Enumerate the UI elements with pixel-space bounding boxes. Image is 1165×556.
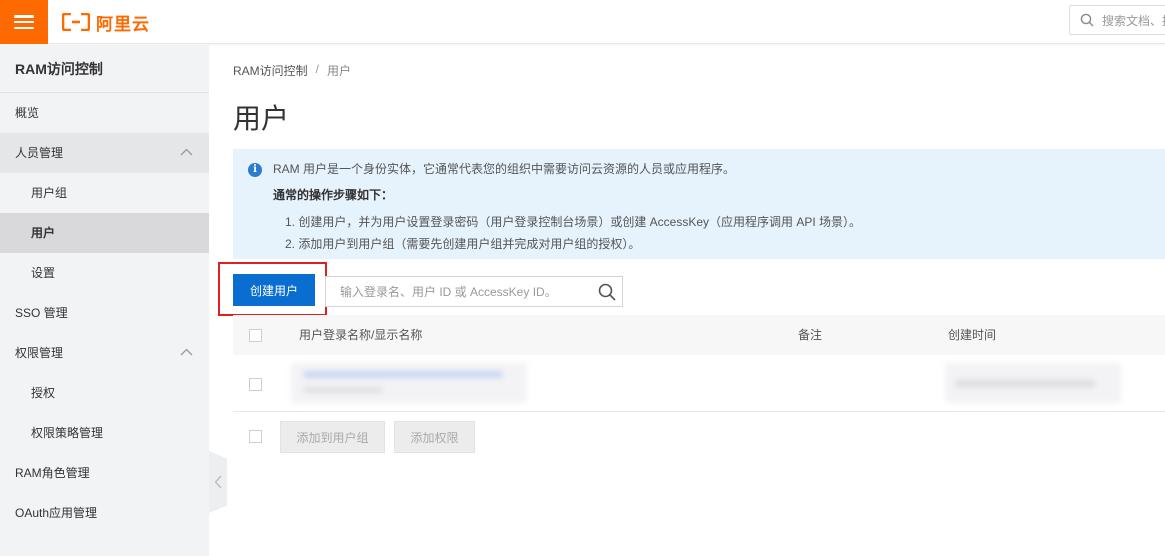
- add-permission-button[interactable]: 添加权限: [394, 421, 475, 453]
- menu-icon[interactable]: [0, 0, 48, 44]
- batch-actions: 添加到用户组 添加权限: [233, 421, 633, 453]
- sidebar-item-label: OAuth应用管理: [15, 506, 98, 520]
- sidebar-item-settings[interactable]: 设置: [0, 253, 209, 293]
- sidebar-item-overview[interactable]: 概览: [0, 93, 209, 133]
- search-icon: [1080, 13, 1094, 27]
- sidebar-item-oauth-apps[interactable]: OAuth应用管理: [0, 493, 209, 533]
- column-header-username: 用户登录名称/显示名称: [299, 328, 423, 342]
- sidebar-group-identities[interactable]: 人员管理: [0, 133, 209, 173]
- sidebar-item-grants[interactable]: 授权: [0, 373, 209, 413]
- info-step-2: 2. 添加用户到用户组（需要先创建用户组并完成对用户组的授权）。: [285, 237, 641, 251]
- redacted-created-time: [945, 363, 1121, 403]
- column-header-created: 创建时间: [948, 328, 997, 342]
- global-search[interactable]: 搜索文档、控: [1069, 5, 1165, 35]
- select-all-checkbox[interactable]: [249, 329, 262, 342]
- sidebar: RAM访问控制 概览 人员管理 用户组 用户 设置 SSO 管理 权限管理 授权…: [0, 45, 209, 556]
- sidebar-item-label: 人员管理: [15, 146, 64, 160]
- table-header: 用户登录名称/显示名称 备注 创建时间: [233, 315, 1165, 355]
- sidebar-item-sso[interactable]: SSO 管理: [0, 293, 209, 333]
- sidebar-group-permissions[interactable]: 权限管理: [0, 333, 209, 373]
- chevron-up-icon: [180, 148, 193, 156]
- breadcrumb-separator: /: [315, 62, 320, 76]
- sidebar-item-groups[interactable]: 用户组: [0, 173, 209, 213]
- main-content: RAM访问控制 / 用户 用户 i RAM 用户是一个身份实体，它通常代表您的组…: [209, 45, 1165, 556]
- sidebar-item-policies[interactable]: 权限策略管理: [0, 413, 209, 453]
- info-step-1: 1. 创建用户，并为用户设置登录密码（用户登录控制台场景）或创建 AccessK…: [285, 215, 862, 229]
- search-icon[interactable]: [592, 277, 622, 306]
- sidebar-title: RAM访问控制: [0, 45, 209, 93]
- create-user-button[interactable]: 创建用户: [233, 274, 315, 306]
- sidebar-item-label: 权限管理: [15, 346, 64, 360]
- sidebar-item-label: 用户: [31, 226, 56, 240]
- sidebar-item-label: 用户组: [31, 186, 68, 200]
- user-search-box: [325, 276, 623, 307]
- info-heading: 通常的操作步骤如下：: [273, 188, 394, 202]
- sidebar-item-label: 概览: [15, 106, 40, 120]
- sidebar-item-label: 设置: [31, 266, 56, 280]
- column-header-note: 备注: [798, 328, 823, 342]
- footer-select-all-checkbox[interactable]: [249, 430, 262, 443]
- brand-name: 阿里云: [96, 14, 150, 34]
- chevron-up-icon: [180, 348, 193, 356]
- sidebar-item-ram-roles[interactable]: RAM角色管理: [0, 453, 209, 493]
- top-navigation-bar: 阿里云 搜索文档、控: [0, 0, 1165, 44]
- breadcrumb: RAM访问控制 / 用户: [233, 62, 351, 79]
- sidebar-item-label: 权限策略管理: [31, 426, 104, 440]
- info-description: RAM 用户是一个身份实体，它通常代表您的组织中需要访问云资源的人员或应用程序。: [273, 162, 736, 176]
- add-to-group-button[interactable]: 添加到用户组: [280, 421, 385, 453]
- row-checkbox[interactable]: [249, 378, 262, 391]
- sidebar-item-label: RAM角色管理: [15, 466, 90, 480]
- redacted-username: [291, 363, 527, 403]
- breadcrumb-current: 用户: [327, 64, 352, 78]
- sidebar-item-label: SSO 管理: [15, 306, 68, 320]
- info-notice: i RAM 用户是一个身份实体，它通常代表您的组织中需要访问云资源的人员或应用程…: [233, 149, 1165, 259]
- aliyun-logo[interactable]: 阿里云: [62, 10, 150, 34]
- breadcrumb-root[interactable]: RAM访问控制: [233, 62, 308, 79]
- info-icon: i: [248, 163, 262, 177]
- global-search-placeholder: 搜索文档、控: [1102, 13, 1165, 28]
- user-search-input[interactable]: [326, 277, 592, 306]
- sidebar-item-users[interactable]: 用户: [0, 213, 209, 253]
- page-title: 用户: [233, 103, 290, 134]
- table-row[interactable]: [233, 355, 1165, 412]
- aliyun-logo-icon: [62, 13, 90, 31]
- sidebar-item-label: 授权: [31, 386, 56, 400]
